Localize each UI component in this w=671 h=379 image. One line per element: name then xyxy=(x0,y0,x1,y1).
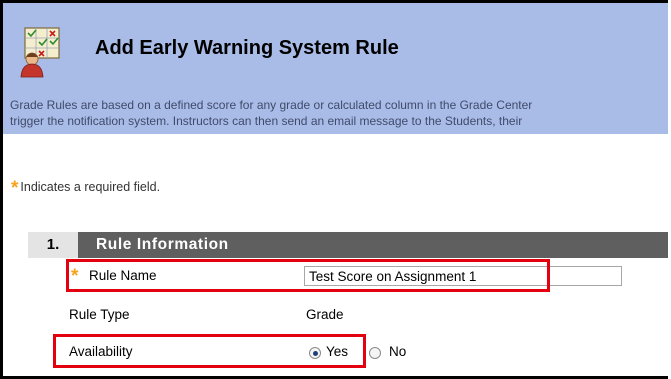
window-frame: Add Early Warning System Rule Grade Rule… xyxy=(0,0,668,379)
section-title: Rule Information xyxy=(96,236,229,253)
page-title: Add Early Warning System Rule xyxy=(95,37,399,59)
rule-type-value: Grade xyxy=(306,307,344,322)
rule-type-label: Rule Type xyxy=(69,307,130,322)
description-line-1: Grade Rules are based on a defined score… xyxy=(10,98,533,112)
required-field-note: * Indicates a required field. xyxy=(11,178,160,200)
rule-name-input[interactable] xyxy=(304,266,622,286)
required-note-text: Indicates a required field. xyxy=(20,180,161,194)
page-description: Grade Rules are based on a defined score… xyxy=(10,97,668,129)
availability-no-radio[interactable] xyxy=(369,347,381,359)
rule-name-label: Rule Name xyxy=(89,268,157,283)
required-asterisk-icon: * xyxy=(71,266,79,287)
section-header: 1. Rule Information xyxy=(28,232,668,258)
availability-yes-label[interactable]: Yes xyxy=(326,344,348,359)
description-line-2: trigger the notification system. Instruc… xyxy=(10,114,523,128)
availability-label: Availability xyxy=(69,344,133,359)
asterisk-icon: * xyxy=(11,178,19,199)
availability-yes-radio[interactable] xyxy=(309,347,321,359)
availability-no-label[interactable]: No xyxy=(389,344,406,359)
section-number: 1. xyxy=(28,232,78,258)
gradebook-person-icon xyxy=(20,27,60,78)
page-header: Add Early Warning System Rule Grade Rule… xyxy=(3,3,668,134)
